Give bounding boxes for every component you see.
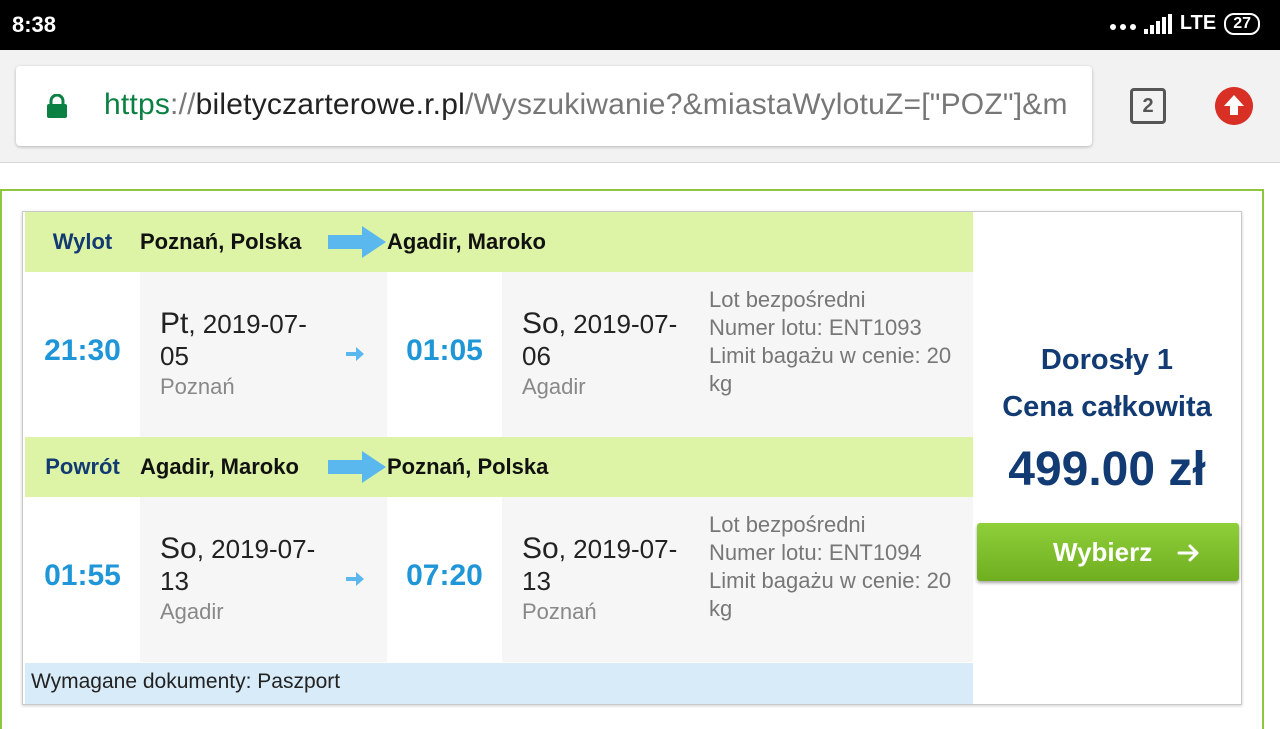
url-path: /Wyszukiwanie?&miastaWylotuZ=["POZ"]&m	[464, 88, 1068, 121]
required-documents: Wymagane dokumenty: Paszport	[25, 663, 973, 704]
chevron-right-icon	[1177, 544, 1199, 562]
direct-flight-text: Lot bezpośredni	[709, 512, 866, 537]
return-depart-city: Agadir	[160, 599, 224, 624]
outbound-arrive-date: So, 2019-07-06	[522, 307, 678, 372]
upload-icon[interactable]	[1215, 87, 1253, 125]
status-icons: LTE 27	[1109, 12, 1260, 35]
return-label: Powrót	[45, 454, 120, 479]
return-flight-info: Lot bezpośredni Numer lotu: ENT1094 Limi…	[709, 511, 971, 623]
price-box: Dorosły 1 Cena całkowita 499.00 zł Wybie…	[973, 212, 1241, 704]
flight-number-text: Numer lotu: ENT1093	[709, 315, 922, 340]
small-arrow-icon	[346, 347, 364, 361]
browser-toolbar: https://biletyczarterowe.r.pl/Wyszukiwan…	[0, 50, 1280, 163]
outbound-depart-date: Pt, 2019-07-05	[160, 307, 307, 372]
outbound-to: Agadir, Maroko	[387, 229, 546, 254]
total-price: 499.00 zł	[1008, 443, 1206, 496]
route-arrow-icon	[328, 226, 386, 258]
outbound-arrive-city: Agadir	[522, 374, 586, 399]
signal-icon	[1143, 13, 1172, 34]
route-arrow-icon	[328, 451, 386, 483]
return-depart-date: So, 2019-07-13	[160, 532, 316, 597]
return-arrive-city: Poznań	[522, 599, 597, 624]
return-arrive-time: 07:20	[406, 559, 483, 592]
url-scheme: https	[104, 88, 171, 121]
url-separator: ://	[170, 88, 196, 121]
outbound-flight-info: Lot bezpośredni Numer lotu: ENT1093 Limi…	[709, 286, 971, 398]
direct-flight-text: Lot bezpośredni	[709, 287, 866, 312]
return-arrive-date: So, 2019-07-13	[522, 532, 678, 597]
clock: 8:38	[12, 12, 57, 37]
return-flight-row: 01:55 So, 2019-07-13 Agadir 07:20 So, 20…	[25, 497, 973, 662]
address-bar[interactable]: https://biletyczarterowe.r.pl/Wyszukiwan…	[16, 66, 1092, 146]
outbound-depart-time: 21:30	[44, 334, 121, 367]
baggage-limit-text: Limit bagażu w cenie: 20 kg	[709, 343, 952, 396]
tab-switcher-icon[interactable]: 2	[1130, 88, 1166, 124]
outbound-depart-city: Poznań	[160, 374, 235, 399]
notification-dots-icon	[1109, 23, 1136, 30]
status-bar: 8:38 LTE 27	[0, 0, 1280, 50]
return-from: Agadir, Maroko	[140, 454, 299, 479]
outbound-header: Wylot Poznań, Polska Agadir, Maroko	[25, 212, 973, 272]
network-type: LTE	[1179, 12, 1217, 34]
select-button[interactable]: Wybierz	[977, 523, 1239, 581]
url-text: https://biletyczarterowe.r.pl/Wyszukiwan…	[104, 86, 1068, 124]
return-depart-time: 01:55	[44, 559, 121, 592]
outbound-arrive-time: 01:05	[406, 334, 483, 367]
outbound-label: Wylot	[52, 229, 113, 254]
battery-icon: 27	[1224, 12, 1260, 35]
return-header: Powrót Agadir, Maroko Poznań, Polska	[25, 437, 973, 497]
url-host: biletyczarterowe.r.pl	[195, 88, 465, 121]
flight-offer-card: Wylot Poznań, Polska Agadir, Maroko 21:3…	[22, 211, 1242, 705]
outbound-flight-row: 21:30 Pt, 2019-07-05 Poznań 01:05 So, 20…	[25, 272, 973, 437]
passenger-count: Dorosły 1	[1040, 344, 1174, 376]
lock-icon	[47, 94, 67, 118]
select-button-label: Wybierz	[1053, 537, 1153, 567]
total-price-label: Cena całkowita	[1002, 391, 1212, 423]
baggage-limit-text: Limit bagażu w cenie: 20 kg	[709, 568, 952, 621]
small-arrow-icon	[346, 572, 364, 586]
flight-number-text: Numer lotu: ENT1094	[709, 540, 922, 565]
required-documents-text: Wymagane dokumenty: Paszport	[31, 670, 341, 693]
return-to: Poznań, Polska	[387, 454, 549, 479]
outbound-from: Poznań, Polska	[140, 229, 302, 254]
